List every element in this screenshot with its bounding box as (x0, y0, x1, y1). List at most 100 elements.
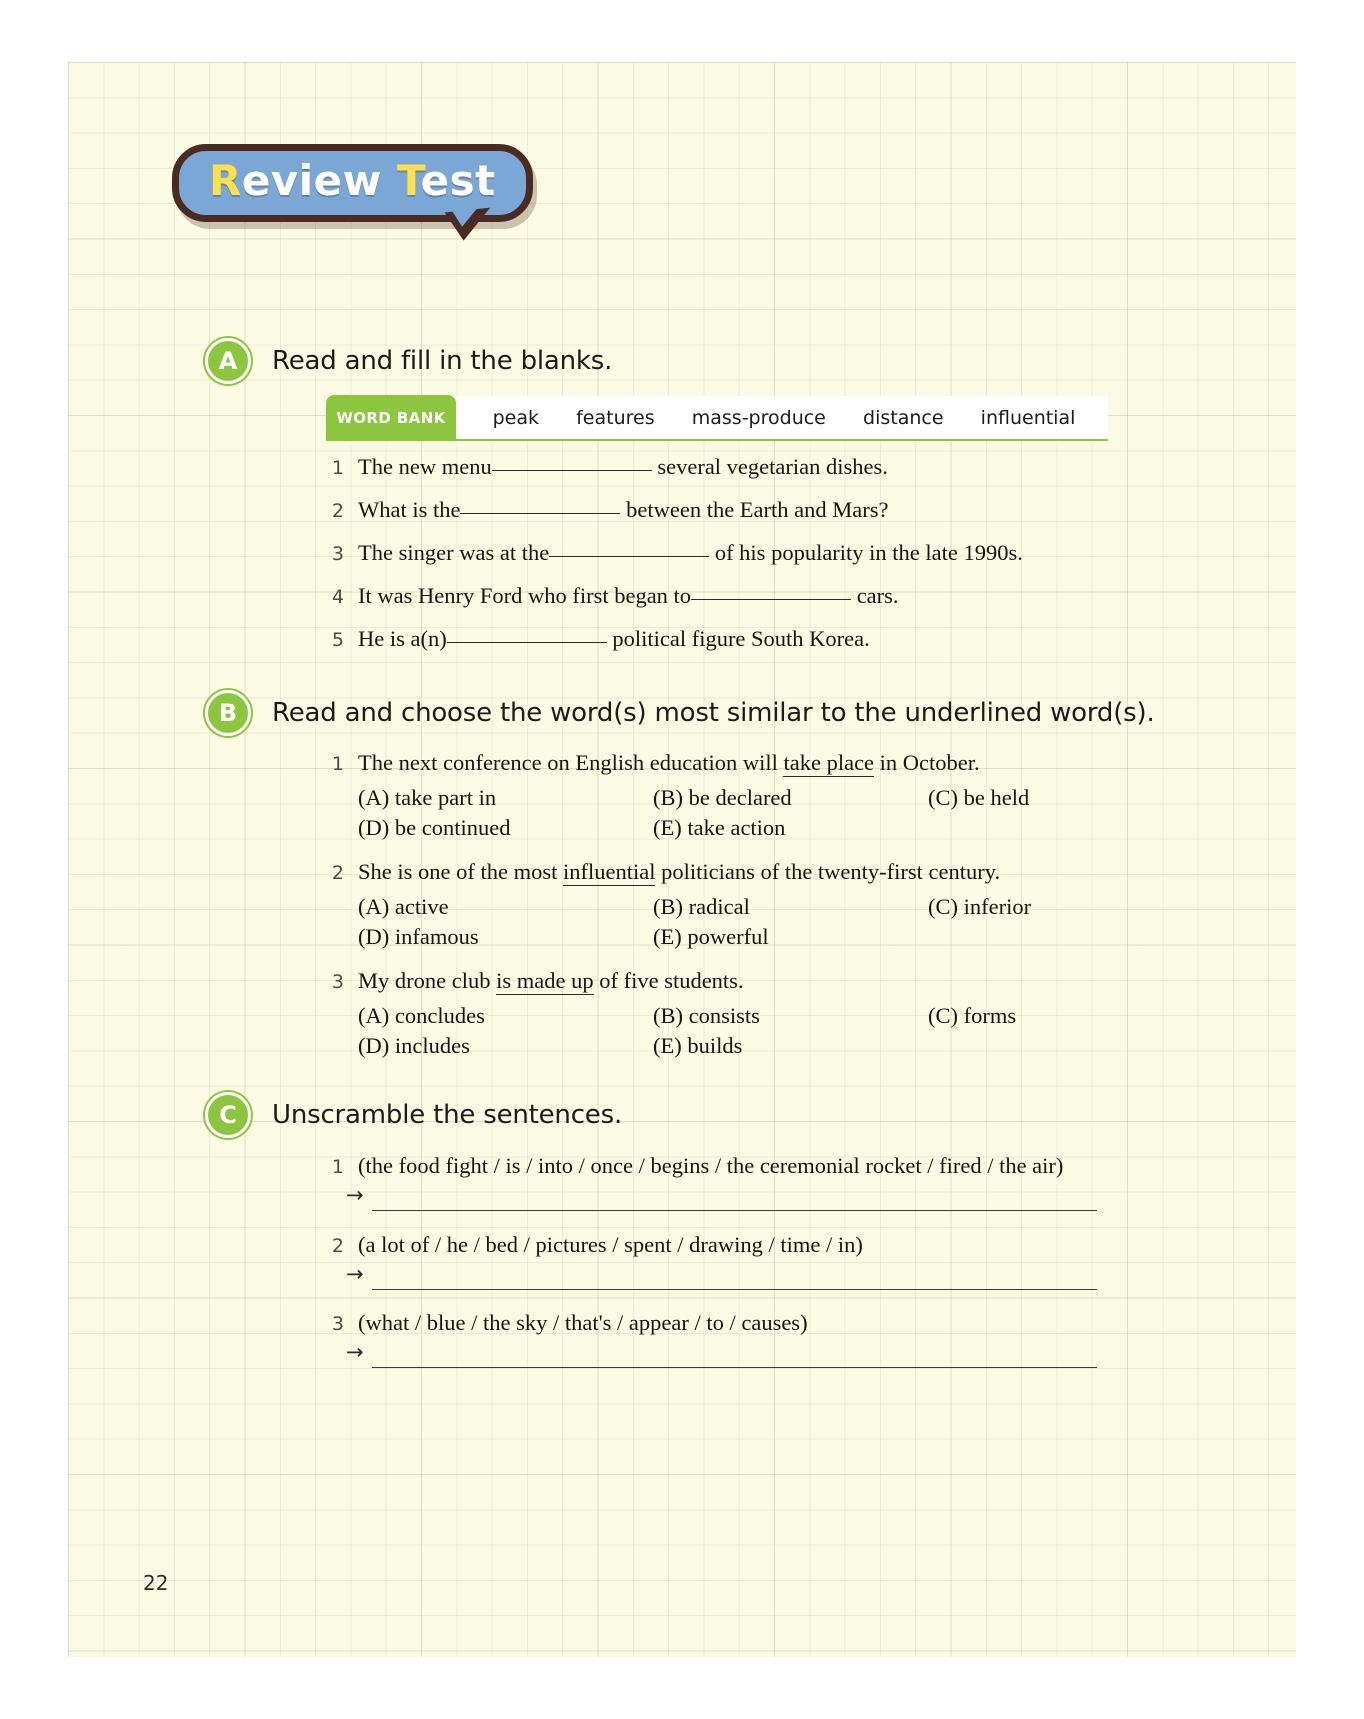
choices-b2-row2: (D) infamous (E) powerful (358, 924, 928, 950)
choice-option[interactable]: (B) be declared (653, 785, 928, 811)
answer-line[interactable] (372, 1263, 1097, 1290)
question-number: 1 (331, 1156, 344, 1178)
scrambled-words: (the food fight / is / into / once / beg… (358, 1153, 1064, 1178)
answer-line[interactable] (372, 1341, 1097, 1368)
answer-row-c2: → (346, 1263, 1097, 1290)
fill-blank[interactable] (691, 599, 852, 600)
title-letter-t: T (397, 156, 421, 205)
scrambled-words: (a lot of / he / bed / pictures / spent … (358, 1232, 863, 1257)
word-bank-word: peak (492, 406, 539, 429)
choice-option[interactable]: (A) concludes (358, 1003, 653, 1029)
speech-bubble-tail (444, 207, 494, 243)
question-pre: The next conference on English education… (358, 750, 784, 775)
question-a3: 3 The singer was at the of his popularit… (318, 540, 1023, 566)
answer-row-c3: → (346, 1341, 1097, 1368)
choice-option[interactable]: (D) be continued (358, 815, 653, 841)
section-badge-b: B (205, 690, 251, 736)
choice-option[interactable]: (C) forms (928, 1003, 1016, 1029)
question-pre: She is one of the most (358, 859, 563, 884)
section-heading-b: B Read and choose the word(s) most simil… (205, 690, 1155, 736)
title-review-rest: eview (241, 156, 398, 205)
choice-option[interactable]: (C) be held (928, 785, 1029, 811)
question-text: It was Henry Ford who first began to car… (358, 583, 899, 609)
choice-option[interactable]: (E) powerful (653, 924, 928, 950)
section-heading-a: A Read and fill in the blanks. (205, 338, 612, 384)
choice-option[interactable]: (A) take part in (358, 785, 653, 811)
question-number: 3 (331, 1313, 344, 1335)
question-number: 2 (331, 500, 344, 522)
scrambled-words: (what / blue / the sky / that's / appear… (358, 1310, 808, 1335)
fill-blank[interactable] (491, 470, 652, 471)
question-a5: 5 He is a(n) political figure South Kore… (318, 626, 870, 652)
question-b3: 3 My drone club is made up of five stude… (318, 968, 744, 995)
question-number: 4 (331, 586, 344, 608)
word-bank-word: mass-produce (691, 406, 826, 429)
question-a4: 4 It was Henry Ford who first began to c… (318, 583, 899, 609)
fill-blank[interactable] (549, 556, 710, 557)
section-instruction-b: Read and choose the word(s) most similar… (272, 698, 1155, 728)
question-post: politicians of the twenty-first century. (655, 859, 1001, 884)
question-before: It was Henry Ford who first began to (358, 583, 692, 608)
choice-option[interactable]: (B) consists (653, 1003, 928, 1029)
question-text: The new menu several vegetarian dishes. (358, 454, 888, 480)
choice-option[interactable]: (E) builds (653, 1033, 928, 1059)
answer-row-c1: → (346, 1184, 1097, 1211)
question-after: of his popularity in the late 1990s. (714, 540, 1023, 565)
choice-option[interactable]: (A) active (358, 894, 653, 920)
fill-blank[interactable] (446, 642, 607, 643)
title-test-rest: est (420, 156, 496, 205)
question-text: My drone club is made up of five student… (358, 968, 744, 995)
question-number: 1 (331, 457, 344, 479)
question-number: 3 (331, 543, 344, 565)
question-text: The next conference on English education… (358, 750, 980, 777)
section-instruction-c: Unscramble the sentences. (272, 1100, 623, 1130)
underlined-phrase: is made up (496, 968, 594, 995)
section-heading-c: C Unscramble the sentences. (205, 1092, 622, 1138)
page-content: Review Test A Read and fill in the blank… (68, 62, 1296, 1657)
choices-b1-row2: (D) be continued (E) take action (358, 815, 928, 841)
section-instruction-a: Read and fill in the blanks. (272, 346, 613, 376)
underlined-phrase: influential (562, 859, 656, 886)
question-number: 2 (331, 862, 344, 884)
question-after: between the Earth and Mars? (626, 497, 889, 522)
word-bank-word: influential (980, 406, 1076, 429)
word-bank-word: features (576, 406, 655, 429)
question-a1: 1 The new menu several vegetarian dishes… (318, 454, 888, 480)
question-text: He is a(n) political figure South Korea. (358, 626, 870, 652)
title-letter-r: R (209, 156, 242, 205)
arrow-icon: → (346, 1183, 364, 1207)
choice-option[interactable]: (E) take action (653, 815, 928, 841)
page-title: Review Test (172, 144, 533, 243)
choices-b3-row2: (D) includes (E) builds (358, 1033, 928, 1059)
question-after: cars. (856, 583, 899, 608)
question-before: The new menu (358, 454, 492, 479)
question-c2: 2 (a lot of / he / bed / pictures / spen… (318, 1232, 863, 1258)
choice-option[interactable]: (D) includes (358, 1033, 653, 1059)
question-pre: My drone club (358, 968, 497, 993)
title-bubble: Review Test (172, 144, 533, 243)
section-badge-a: A (205, 338, 251, 384)
question-b1: 1 The next conference on English educati… (318, 750, 980, 777)
choices-b3-row1: (A) concludes (B) consists (C) forms (358, 1003, 1016, 1029)
question-post: in October. (874, 750, 980, 775)
choices-b1-row1: (A) take part in (B) be declared (C) be … (358, 785, 1029, 811)
section-badge-c: C (205, 1092, 251, 1138)
page-number: 22 (143, 1571, 169, 1595)
answer-line[interactable] (372, 1184, 1097, 1211)
question-after: several vegetarian dishes. (657, 454, 888, 479)
question-before: The singer was at the (358, 540, 550, 565)
choice-option[interactable]: (D) infamous (358, 924, 653, 950)
arrow-icon: → (346, 1340, 364, 1364)
underlined-phrase: take place (783, 750, 875, 777)
question-c3: 3 (what / blue / the sky / that's / appe… (318, 1310, 808, 1336)
word-bank-words: peak features mass-produce distance infl… (456, 407, 1108, 429)
fill-blank[interactable] (460, 513, 621, 514)
question-number: 2 (331, 1235, 344, 1257)
choice-option[interactable]: (C) inferior (928, 894, 1031, 920)
worksheet-page: Review Test A Read and fill in the blank… (68, 62, 1296, 1657)
question-b2: 2 She is one of the most influential pol… (318, 859, 1001, 886)
choice-option[interactable]: (B) radical (653, 894, 928, 920)
question-text: She is one of the most influential polit… (358, 859, 1001, 886)
question-number: 1 (331, 753, 344, 775)
question-after: political figure South Korea. (612, 626, 870, 651)
